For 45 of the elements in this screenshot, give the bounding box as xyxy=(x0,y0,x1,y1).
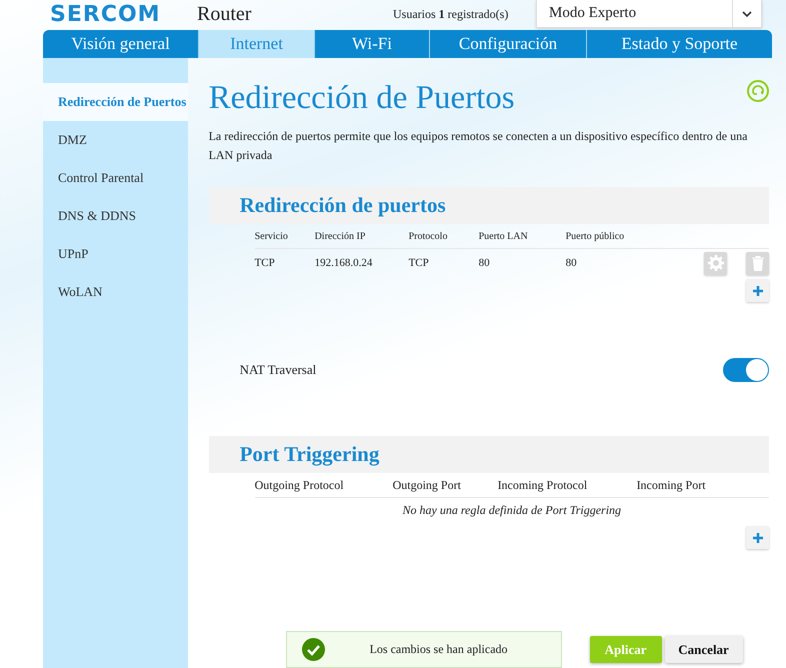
table-cell-text: 192.168.0.24 xyxy=(314,257,374,269)
column-header: Outgoing Port xyxy=(392,478,462,492)
page-description: La redirección de puertos permite que los equipos remotos se conecten a un dispositivo específico dentro de una LAN privada xyxy=(208,128,748,164)
sidebar-item[interactable]: Control Parental xyxy=(43,159,188,197)
column-header: Servicio xyxy=(254,230,289,242)
table-cell-text: 80 xyxy=(566,257,578,269)
column-header: Protocolo xyxy=(408,230,448,242)
gear-icon xyxy=(708,255,724,271)
sidebar-item[interactable]: WoLAN xyxy=(43,273,188,311)
sidebar-item[interactable]: DNS & DDNS xyxy=(43,197,188,235)
add-button[interactable] xyxy=(746,526,769,549)
column-header: Outgoing Protocol xyxy=(254,478,345,492)
empty-message: No hay una regla definida de Port Triggering xyxy=(402,502,622,518)
sidebar-item[interactable]: DMZ xyxy=(43,121,188,159)
column-header: Dirección IP xyxy=(314,230,366,242)
column-header: Puerto público xyxy=(566,230,626,242)
nav-tab[interactable]: Configuración xyxy=(430,30,587,58)
column-header: Puerto LAN xyxy=(478,230,529,242)
column-header: Incoming Protocol xyxy=(498,478,588,492)
cancel-button[interactable]: Cancelar xyxy=(664,636,743,663)
nav-tab[interactable]: Wi-Fi xyxy=(315,30,430,58)
chevron-down-icon xyxy=(742,10,752,16)
nav-tab[interactable]: Estado y Soporte xyxy=(587,30,772,58)
sidebar-item[interactable]: Redirección de Puertos xyxy=(43,83,188,121)
nat-traversal-toggle[interactable] xyxy=(723,358,769,382)
sidebar-item[interactable]: UPnP xyxy=(43,235,188,273)
table-cell-text: TCP xyxy=(254,257,276,269)
table-cell-text: TCP xyxy=(408,257,430,269)
refresh-icon[interactable] xyxy=(747,80,769,102)
table-cell-text: 80 xyxy=(478,257,491,269)
users-count: Usuarios 1 registrado(s) xyxy=(393,7,510,22)
notice-text: Los cambios se han aplicado xyxy=(370,642,508,657)
trash-icon xyxy=(752,256,764,270)
column-header: Incoming Port xyxy=(636,478,707,492)
nat-traversal-label: NAT Traversal xyxy=(240,362,316,378)
section-title: Port Triggering xyxy=(208,436,769,473)
section-title: Redirección de puertos xyxy=(208,187,769,224)
brand-logo: SERCOM xyxy=(50,2,162,28)
plus-icon xyxy=(752,532,764,544)
mode-dropdown[interactable]: Modo Experto xyxy=(536,0,762,28)
add-button[interactable] xyxy=(746,279,769,302)
check-icon xyxy=(302,638,325,661)
page-title: Redirección de Puertos xyxy=(208,80,515,117)
product-name: Router xyxy=(197,3,252,26)
plus-icon xyxy=(752,284,764,296)
